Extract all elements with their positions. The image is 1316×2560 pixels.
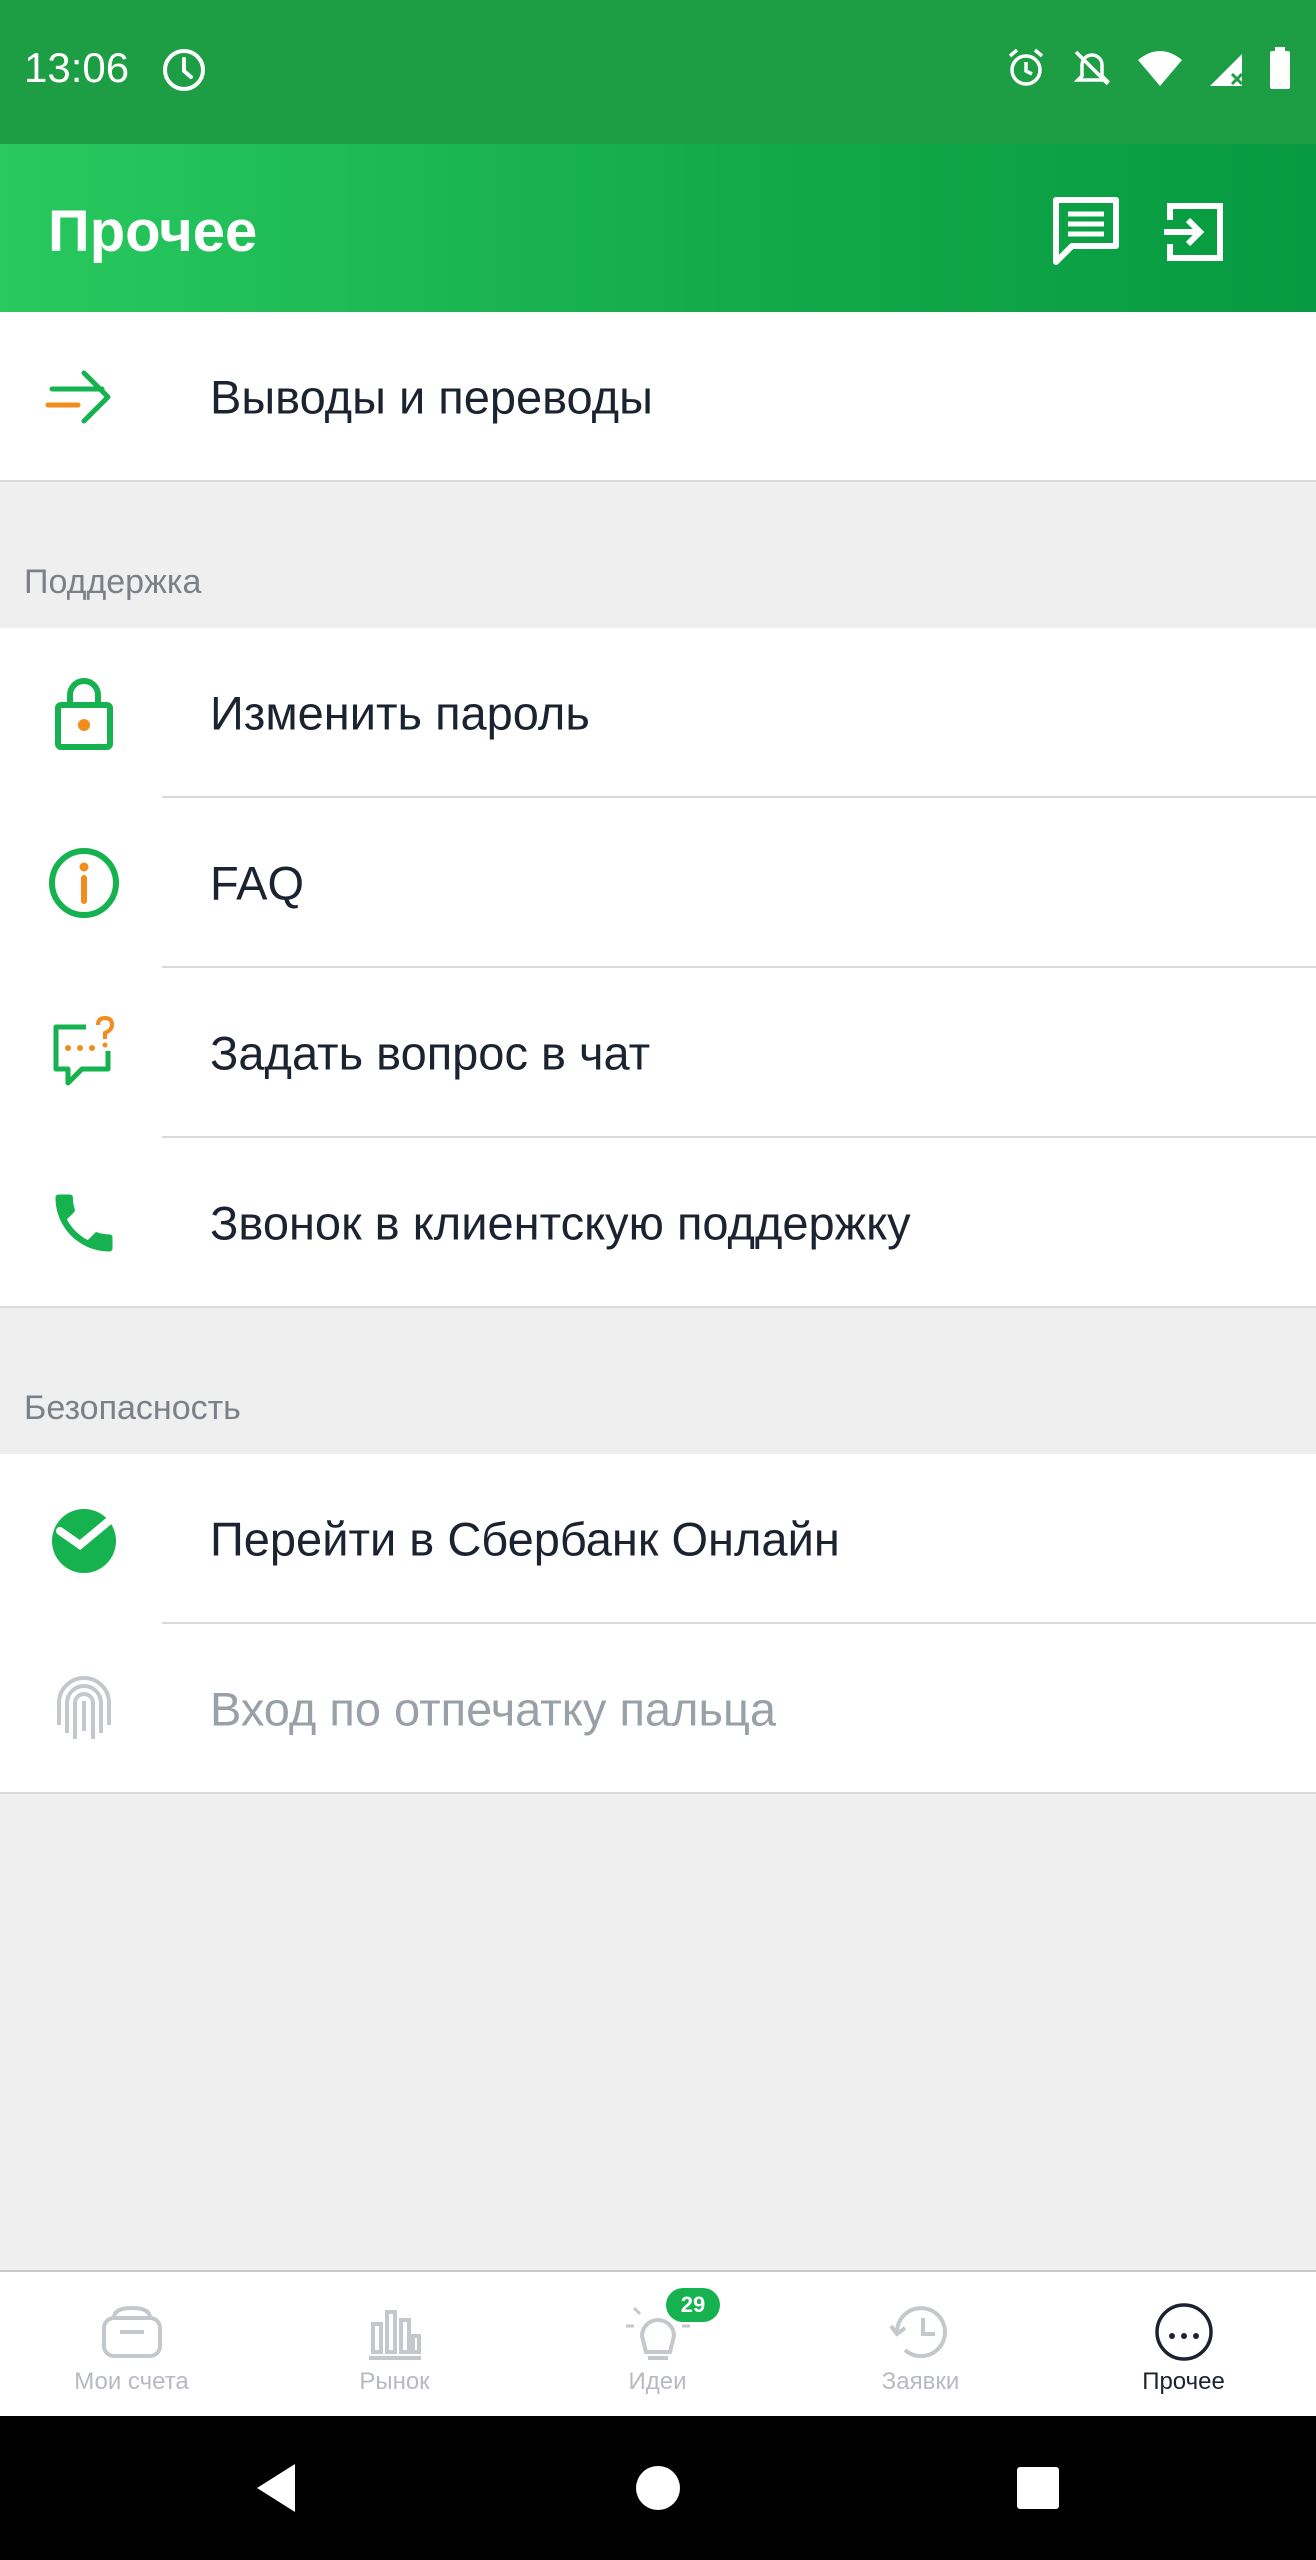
home-button[interactable] (628, 2458, 688, 2518)
bar-chart-icon (359, 2296, 431, 2368)
notifications-off-icon (1070, 46, 1114, 95)
wifi-icon (1136, 48, 1184, 93)
row-call-support[interactable]: Звонок в клиентскую поддержку (0, 1138, 1316, 1308)
messages-button[interactable] (1046, 192, 1126, 272)
section-header-security: Безопасность (0, 1308, 1316, 1454)
system-nav-bar (0, 2416, 1316, 2560)
nav-item-orders[interactable]: Заявки (789, 2272, 1052, 2418)
nav-item-market[interactable]: Рынок (263, 2272, 526, 2418)
recents-square-icon (1017, 2467, 1059, 2509)
history-icon (885, 2296, 957, 2368)
row-fingerprint[interactable]: Вход по отпечатку пальца (0, 1624, 1316, 1794)
app-bar: Прочее (0, 144, 1316, 312)
page-title: Прочее (48, 199, 258, 264)
message-icon (1053, 197, 1119, 265)
alarm-icon (1004, 46, 1048, 95)
nav-label: Заявки (881, 2368, 960, 2395)
nav-label: Прочее (1142, 2368, 1225, 2395)
section-header-support: Поддержка (0, 482, 1316, 628)
transfer-arrow-icon (44, 357, 124, 437)
home-circle-icon (636, 2466, 680, 2510)
clock-icon (160, 46, 208, 99)
logout-button[interactable] (1154, 192, 1234, 272)
chat-question-icon (44, 1013, 124, 1093)
back-triangle-icon (257, 2464, 295, 2512)
status-bar: 13:06 (0, 0, 1316, 144)
section-title: Безопасность (24, 1389, 241, 1427)
nav-label: Мои счета (74, 2368, 189, 2395)
bottom-nav: Мои счета Рынок 29 Идеи Заявки Прочее (0, 2270, 1316, 2418)
row-chat[interactable]: Задать вопрос в чат (0, 968, 1316, 1138)
row-label: FAQ (210, 856, 305, 910)
row-sberbank-online[interactable]: Перейти в Сбербанк Онлайн (0, 1454, 1316, 1624)
row-withdrawals[interactable]: Выводы и переводы (0, 312, 1316, 482)
sberbank-logo-icon (44, 1499, 124, 1579)
row-faq[interactable]: FAQ (0, 798, 1316, 968)
signal-icon (1206, 48, 1246, 93)
row-change-password[interactable]: Изменить пароль (0, 628, 1316, 798)
nav-item-accounts[interactable]: Мои счета (0, 2272, 263, 2418)
info-icon (44, 843, 124, 923)
logout-icon (1164, 203, 1223, 261)
recents-button[interactable] (1008, 2458, 1068, 2518)
ideas-badge: 29 (666, 2288, 720, 2322)
fingerprint-icon (44, 1669, 124, 1749)
phone-icon (44, 1183, 124, 1263)
lock-icon (44, 673, 124, 753)
nav-item-ideas[interactable]: 29 Идеи (526, 2272, 789, 2418)
more-icon (1148, 2296, 1220, 2368)
status-icons (1004, 46, 1292, 95)
battery-icon (1268, 46, 1292, 95)
section-title: Поддержка (24, 563, 202, 601)
row-label: Вход по отпечатку пальца (210, 1682, 777, 1736)
nav-label: Идеи (628, 2368, 687, 2395)
status-time: 13:06 (24, 44, 130, 91)
nav-label: Рынок (359, 2368, 430, 2395)
row-label: Выводы и переводы (210, 370, 653, 424)
row-label: Изменить пароль (210, 686, 590, 740)
row-label: Задать вопрос в чат (210, 1026, 651, 1080)
row-label: Звонок в клиентскую поддержку (210, 1196, 911, 1250)
wallet-icon (96, 2296, 168, 2368)
back-button[interactable] (246, 2458, 306, 2518)
nav-item-more[interactable]: Прочее (1052, 2272, 1315, 2418)
row-label: Перейти в Сбербанк Онлайн (210, 1512, 840, 1566)
divider (0, 1792, 1316, 1794)
